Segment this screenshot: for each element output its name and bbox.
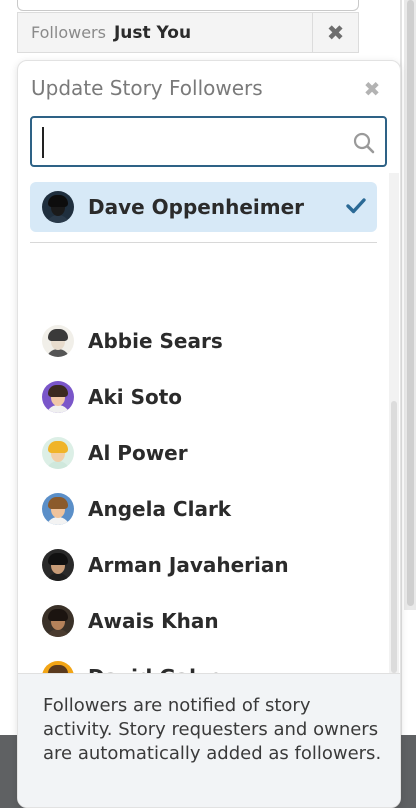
follower-name: Angela Clark [88,497,232,521]
search-box[interactable] [30,116,387,167]
follower-list-item[interactable]: Al Power [30,428,377,478]
followers-label: Followers [31,23,106,42]
list-divider [30,242,377,243]
avatar [42,605,74,637]
page-scrollbar-thumb[interactable] [407,0,414,606]
avatar [42,493,74,525]
followers-clear-button[interactable]: ✖ [313,12,359,53]
follower-name: Aki Soto [88,385,183,409]
top-field-edge [17,0,359,11]
follower-list-item[interactable]: Arman Javaherian [30,540,377,590]
selected-follower-item[interactable]: Dave Oppenheimer [30,182,377,232]
follower-name: David Galvez [88,665,234,673]
followers-value: Just You [113,22,192,43]
follower-name: Awais Khan [88,609,219,633]
follower-list-item[interactable]: Awais Khan [30,596,377,646]
avatar [42,549,74,581]
follower-name: Abbie Sears [88,329,223,353]
list-scrollbar[interactable] [389,173,399,673]
follower-list-item[interactable]: Angela Clark [30,484,377,534]
followers-field[interactable]: Followers Just You [17,12,313,53]
footer-help-text: Followers are notified of story activity… [43,695,382,764]
follower-list-item[interactable]: Abbie Sears [30,316,377,366]
follower-name: Arman Javaherian [88,553,289,577]
follower-name: Al Power [88,441,188,465]
popover-footer: Followers are notified of story activity… [18,673,400,807]
avatar [42,325,74,357]
list-scrollbar-thumb[interactable] [391,401,397,673]
update-followers-popover: Update Story Followers ✖ Dave Oppenheime… [17,60,401,808]
search-icon [353,132,375,154]
avatar [42,191,74,223]
follower-name: Dave Oppenheimer [88,195,305,219]
avatar [42,437,74,469]
close-x-icon: ✖ [363,77,381,101]
close-x-icon: ✖ [326,20,345,45]
text-caret [42,127,44,158]
avatar [42,381,74,413]
checkmark-icon [346,198,366,214]
followers-field-row: Followers Just You ✖ [17,12,359,53]
page-scrollbar[interactable] [404,0,416,610]
popover-title: Update Story Followers [31,76,263,100]
follower-list-item[interactable]: Aki Soto [30,372,377,422]
popover-close-button[interactable]: ✖ [360,77,384,101]
follower-list[interactable]: Dave Oppenheimer Abbie Sears Aki Soto Al P… [18,173,400,673]
search-input[interactable] [42,124,342,159]
follower-list-item[interactable]: David Galvez [30,652,377,673]
avatar [42,661,74,673]
